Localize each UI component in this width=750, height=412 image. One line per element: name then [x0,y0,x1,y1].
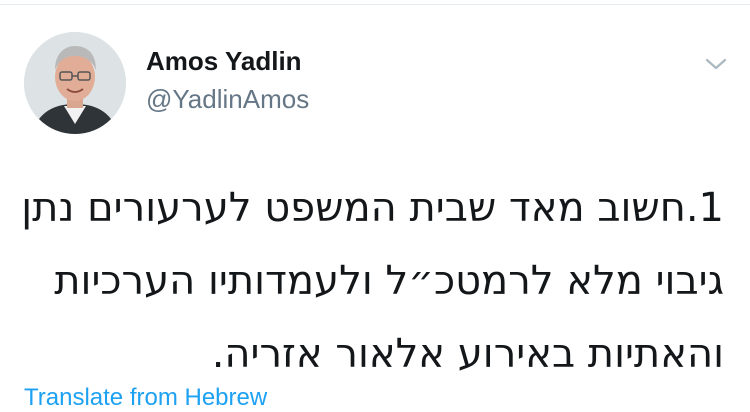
avatar[interactable] [24,32,126,134]
tweet-text: 1.חשוב מאד שבית המשפט לערעורים נתן גיבוי… [21,172,724,391]
profile-photo [24,32,126,134]
tweet-line: 1.חשוב מאד שבית המשפט לערעורים נתן [21,185,724,231]
display-name[interactable]: Amos Yadlin [146,46,302,77]
tweet-line: גיבוי מלא לרמטכ״ל ולעמדותיו הערכיות [54,258,724,304]
translate-link[interactable]: Translate from Hebrew [24,384,267,412]
top-divider [0,4,750,5]
tweet-line: והאתיות באירוע אלאור אזריה. [211,331,724,377]
chevron-down-icon[interactable] [704,56,728,72]
user-handle[interactable]: @YadlinAmos [146,84,309,115]
